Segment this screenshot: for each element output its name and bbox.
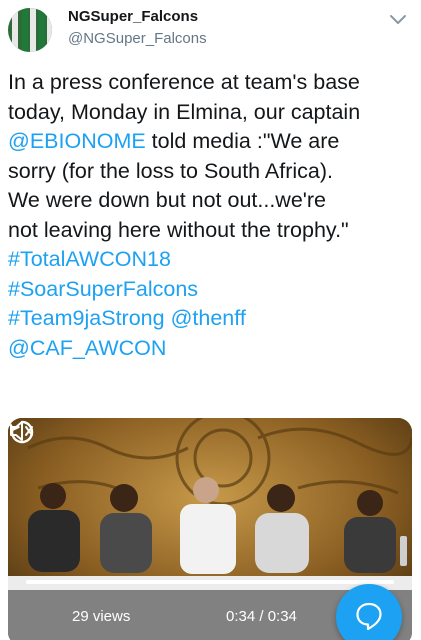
tweet-header: NGSuper_Falcons @NGSuper_Falcons <box>0 0 421 60</box>
tweet-text-line: @EBIONOME told media :"We are <box>8 127 416 157</box>
view-count: 29 views <box>72 608 131 625</box>
hashtag-link[interactable]: #SoarSuperFalcons <box>8 277 198 301</box>
tweet-text-segment: not leaving here without the trophy." <box>8 217 349 242</box>
tweet-text-line: In a press conference at team's base <box>8 68 416 98</box>
hashtag-link[interactable]: #Team9jaStrong <box>8 306 165 330</box>
tweet-text-segment: today, Monday in Elmina, our captain <box>8 99 361 124</box>
tweet-text-line: not leaving here without the trophy." <box>8 216 416 246</box>
tweet-text-segment: We were down but not out...we're <box>8 188 327 212</box>
author-name[interactable]: NGSuper_Falcons <box>68 8 198 25</box>
video-progress-fill <box>26 580 394 584</box>
tweet-text-segment: sorry (for the loss to South Africa). <box>8 158 334 183</box>
mention-link[interactable]: @EBIONOME <box>8 129 146 153</box>
tweet-text-line: @CAF_AWCON <box>8 334 416 364</box>
tweet-text-line: #Team9jaStrong @thenff <box>8 304 416 334</box>
tweet-text-line: #TotalAWCON18 <box>8 245 416 275</box>
tweet-text-line: We were down but not out...we're <box>8 186 416 216</box>
hashtag-link[interactable]: #TotalAWCON18 <box>8 247 171 271</box>
tweet-text-segment: told media :"We are <box>145 129 340 153</box>
avatar[interactable] <box>8 8 52 52</box>
mention-link[interactable]: @CAF_AWCON <box>8 336 166 360</box>
video-progress-bar[interactable] <box>26 580 394 584</box>
tweet-text: In a press conference at team's base toda… <box>8 68 416 363</box>
mention-link[interactable]: @thenff <box>171 306 246 330</box>
video-time: 0:34 / 0:34 <box>226 608 297 625</box>
compose-reply-icon <box>356 602 382 631</box>
tweet-text-line: sorry (for the loss to South Africa). <box>8 157 416 187</box>
chevron-down-icon[interactable] <box>387 8 409 30</box>
tweet-text-segment: In a press conference at team's base <box>8 70 360 94</box>
tweet-text-line: #SoarSuperFalcons <box>8 275 416 305</box>
author-handle[interactable]: @NGSuper_Falcons <box>68 30 207 47</box>
tweet-text-line: today, Monday in Elmina, our captain <box>8 98 416 128</box>
mute-icon[interactable] <box>8 418 34 444</box>
